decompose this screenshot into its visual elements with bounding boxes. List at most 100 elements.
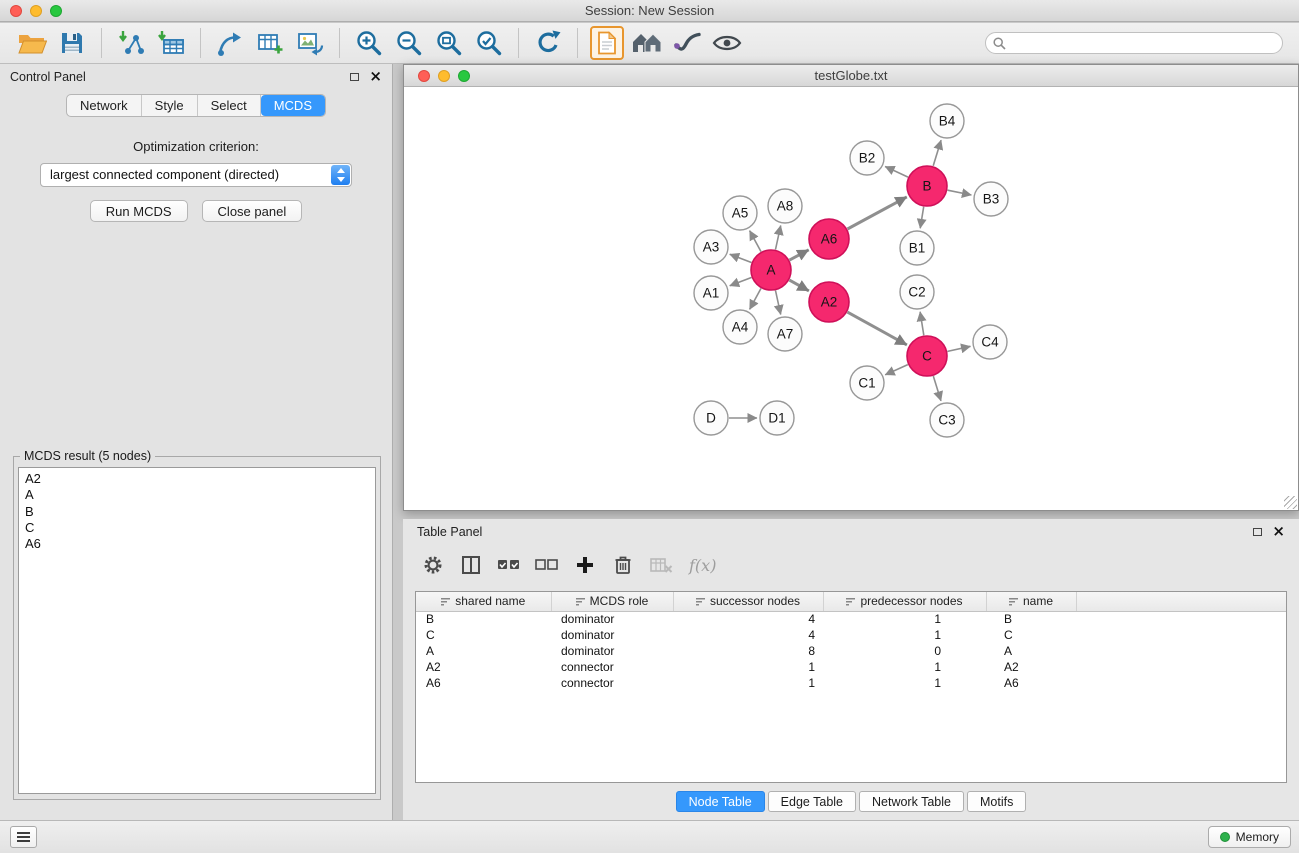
graph-node-A1[interactable]: A1 [694,276,728,310]
run-mcds-button[interactable]: Run MCDS [90,200,188,222]
open-file-icon[interactable] [15,26,49,60]
graph-node-B3[interactable]: B3 [974,182,1008,216]
graph-node-B[interactable]: B [907,166,947,206]
table-row[interactable]: Bdominator41B [416,611,1287,627]
column-header-predecessor-nodes[interactable]: predecessor nodes [823,592,986,611]
result-item[interactable]: A [25,487,369,503]
tab-network-table[interactable]: Network Table [859,791,964,812]
search-input[interactable] [1010,36,1270,50]
add-row-icon[interactable] [571,550,599,580]
float-panel-icon[interactable] [350,73,359,81]
graph-node-A5[interactable]: A5 [723,196,757,230]
graph-edge-A-A1[interactable] [730,278,752,286]
export-image-icon[interactable] [293,26,327,60]
table-row[interactable]: Cdominator41C [416,627,1287,643]
tab-motifs[interactable]: Motifs [967,791,1026,812]
column-header-shared-name[interactable]: shared name [416,592,551,611]
tab-network[interactable]: Network [67,95,142,116]
graph-edge-C-C1[interactable] [885,365,908,375]
graph-node-A6[interactable]: A6 [809,219,849,259]
result-item[interactable]: B [25,504,369,520]
graph-edge-A-A4[interactable] [750,288,761,309]
zoom-in-icon[interactable] [352,26,386,60]
graph-edge-B-B2[interactable] [885,167,908,178]
graph-node-C[interactable]: C [907,336,947,376]
optimization-select[interactable]: largest connected component (directed) [40,163,352,187]
graph-edge-A-A5[interactable] [750,231,761,252]
home-icon[interactable] [630,26,664,60]
refresh-icon[interactable] [531,26,565,60]
column-header-name[interactable]: name [986,592,1076,611]
tab-mcds[interactable]: MCDS [261,95,325,116]
deselect-all-icon[interactable] [533,550,561,580]
result-item[interactable]: A6 [25,536,369,552]
minimize-window-button[interactable] [30,5,42,17]
graph-node-B1[interactable]: B1 [900,231,934,265]
tab-style[interactable]: Style [142,95,198,116]
float-table-panel-icon[interactable] [1253,528,1262,536]
graph-edge-A-A7[interactable] [776,291,781,315]
graph-edge-A2-C[interactable] [847,312,907,345]
delete-row-icon[interactable] [609,550,637,580]
table-settings-gear-icon[interactable] [419,550,447,580]
column-header-successor-nodes[interactable]: successor nodes [673,592,823,611]
graph-node-A4[interactable]: A4 [723,310,757,344]
network-canvas[interactable]: B4 B2 B B3 A8 A5 A6 A3 B1 A C2 A1 A2 A4 A7 C4 C C1 C3 D D1 [404,87,1298,510]
graph-edge-B-B1[interactable] [920,207,924,229]
zoom-network-window-button[interactable] [458,70,470,82]
graph-node-D[interactable]: D [694,401,728,435]
close-table-panel-icon[interactable]: ⨯ [1272,527,1285,537]
tab-node-table[interactable]: Node Table [676,791,765,812]
table-row[interactable]: Adominator80A [416,643,1287,659]
eye-icon[interactable] [710,26,744,60]
graph-node-A7[interactable]: A7 [768,317,802,351]
graph-edge-B-B4[interactable] [933,140,941,166]
graph-edge-A-A8[interactable] [776,226,781,250]
graph-node-A8[interactable]: A8 [768,189,802,223]
memory-button[interactable]: Memory [1208,826,1291,848]
graph-node-A[interactable]: A [751,250,791,290]
tab-select[interactable]: Select [198,95,261,116]
zoom-fit-icon[interactable] [432,26,466,60]
result-item[interactable]: A2 [25,471,369,487]
graph-edge-A-A6[interactable] [790,250,809,260]
select-all-icon[interactable] [495,550,523,580]
graph-edge-C-C2[interactable] [920,312,924,336]
graph-node-C2[interactable]: C2 [900,275,934,309]
graph-node-C1[interactable]: C1 [850,366,884,400]
table-row[interactable]: A6connector11A6 [416,675,1287,691]
import-network-icon[interactable] [114,26,148,60]
style-check-icon[interactable] [670,26,704,60]
graph-edge-A6-B[interactable] [848,197,907,229]
close-window-button[interactable] [10,5,22,17]
graph-node-C4[interactable]: C4 [973,325,1007,359]
new-network-icon[interactable] [213,26,247,60]
graph-edge-C-C4[interactable] [948,346,971,351]
graph-edge-B-B3[interactable] [948,190,972,195]
graph-edge-A-A2[interactable] [789,280,809,291]
column-layout-icon[interactable] [457,550,485,580]
graph-node-C3[interactable]: C3 [930,403,964,437]
tab-edge-table[interactable]: Edge Table [768,791,856,812]
mcds-result-list[interactable]: A2ABCA6 [18,467,376,794]
zoom-selected-icon[interactable] [472,26,506,60]
zoom-out-icon[interactable] [392,26,426,60]
import-table-icon[interactable] [154,26,188,60]
graph-node-D1[interactable]: D1 [760,401,794,435]
graph-node-B4[interactable]: B4 [930,104,964,138]
minimize-network-window-button[interactable] [438,70,450,82]
column-header-mcds-role[interactable]: MCDS role [551,592,673,611]
zoom-window-button[interactable] [50,5,62,17]
result-item[interactable]: C [25,520,369,536]
close-panel-button[interactable]: Close panel [202,200,303,222]
document-panel-icon[interactable] [590,26,624,60]
graph-node-A2[interactable]: A2 [809,282,849,322]
graph-node-B2[interactable]: B2 [850,141,884,175]
task-list-button[interactable] [10,826,37,848]
save-icon[interactable] [55,26,89,60]
close-panel-icon[interactable]: ⨯ [369,72,382,82]
graph-edge-C-C3[interactable] [933,376,941,401]
table-row[interactable]: A2connector11A2 [416,659,1287,675]
resize-grip[interactable] [1284,496,1297,509]
graph-node-A3[interactable]: A3 [694,230,728,264]
